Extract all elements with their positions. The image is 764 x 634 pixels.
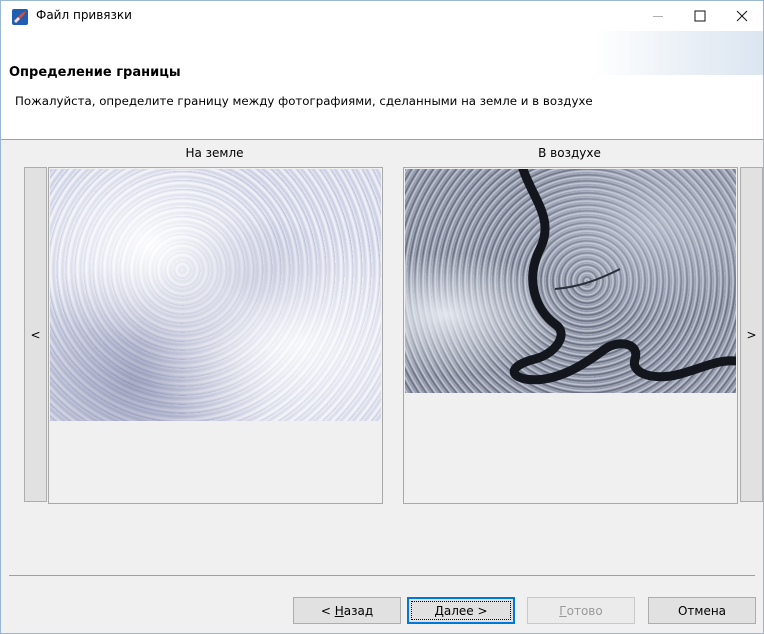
- minimize-icon: [653, 16, 663, 17]
- title-bar[interactable]: Файл привязки: [1, 1, 763, 31]
- next-photo-button[interactable]: >: [740, 167, 763, 502]
- ground-label: На земле: [185, 146, 244, 160]
- page-title: Определение границы: [9, 65, 181, 80]
- app-logo-icon: [12, 9, 28, 25]
- aerial-photo-panel[interactable]: [403, 167, 738, 504]
- focus-rect: [411, 601, 511, 620]
- aerial-label: В воздухе: [538, 146, 601, 160]
- finish-mnemonic: Г: [559, 603, 567, 618]
- close-button[interactable]: [721, 1, 763, 31]
- window-title: Файл привязки: [36, 8, 132, 22]
- maximize-icon: [694, 10, 706, 22]
- aerial-photo: [405, 169, 736, 393]
- finish-button[interactable]: Готово: [527, 597, 635, 624]
- back-button[interactable]: < Назад: [293, 597, 401, 624]
- wizard-header: Определение границы Пожалуйста, определи…: [1, 31, 763, 140]
- back-mnemonic: Н: [334, 603, 344, 618]
- wizard-window: Файл привязки Определение границы Пожалу…: [0, 0, 764, 634]
- footer-divider: [9, 575, 755, 576]
- previous-photo-button[interactable]: <: [24, 167, 47, 502]
- river-shape: [509, 169, 736, 385]
- back-prefix: <: [320, 603, 335, 618]
- cancel-button[interactable]: Отмена: [648, 597, 756, 624]
- page-description: Пожалуйста, определите границу между фот…: [15, 94, 593, 108]
- maximize-button[interactable]: [679, 1, 721, 31]
- close-icon: [736, 10, 748, 22]
- minimize-button[interactable]: [637, 1, 679, 31]
- back-rest: азад: [343, 603, 374, 618]
- next-button[interactable]: Далее >: [407, 597, 515, 624]
- ground-photo-panel[interactable]: [48, 167, 383, 504]
- header-banner: [593, 31, 763, 75]
- finish-rest: отово: [566, 603, 603, 618]
- ground-photo: [50, 169, 381, 421]
